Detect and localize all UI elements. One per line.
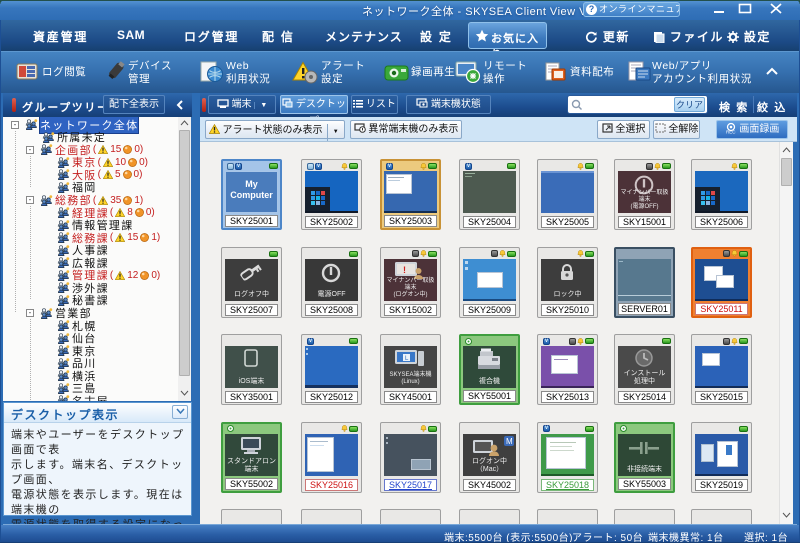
- svg-text:M: M: [506, 437, 513, 446]
- svg-text:REC: REC: [726, 130, 736, 135]
- svg-text:!: !: [403, 265, 406, 275]
